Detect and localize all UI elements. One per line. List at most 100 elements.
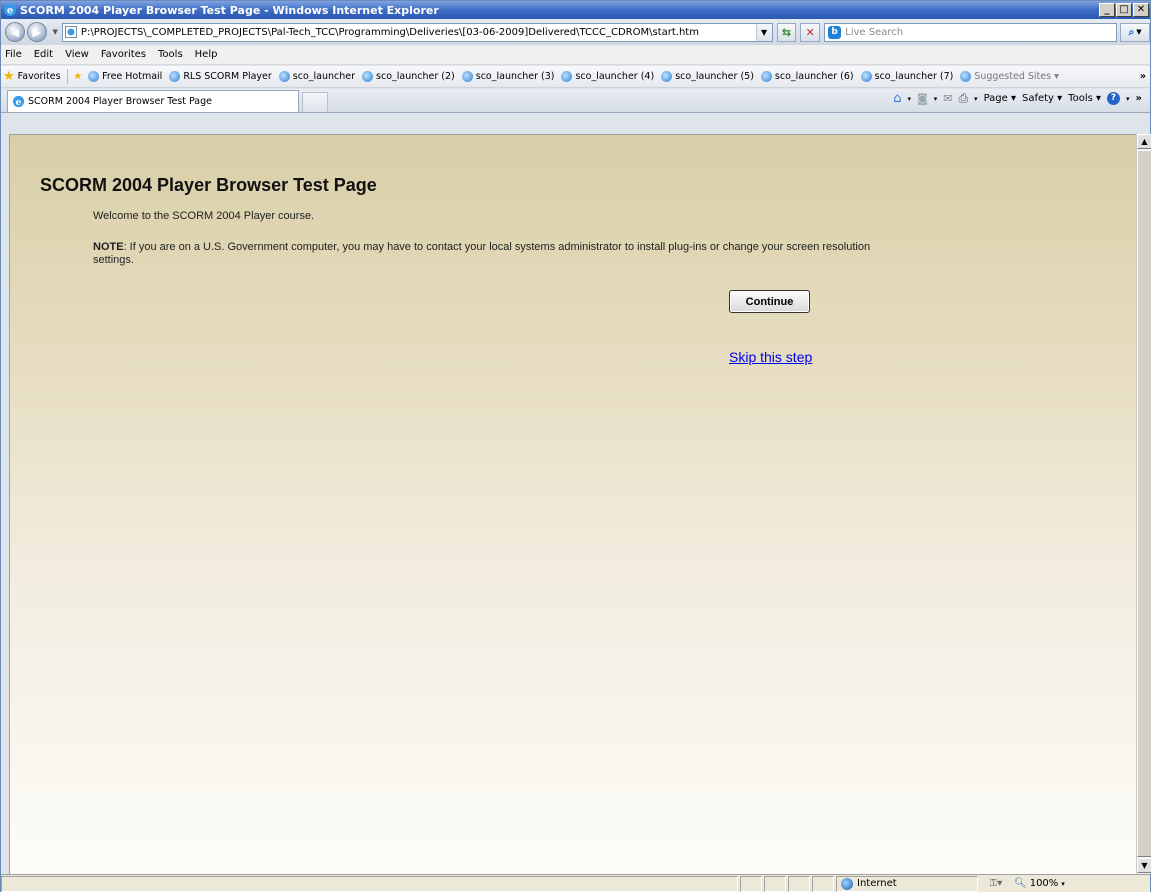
ie-page-icon bbox=[860, 71, 872, 82]
zoom-control[interactable]: 🔍︎ 100% ▾ bbox=[1014, 878, 1065, 889]
favorite-link[interactable]: sco_launcher (3) bbox=[461, 71, 554, 82]
ie-page-icon bbox=[561, 71, 573, 82]
vertical-scrollbar[interactable]: ▲ ▼ bbox=[1136, 134, 1151, 874]
help-icon[interactable]: ? bbox=[1107, 92, 1121, 105]
welcome-text: Welcome to the SCORM 2004 Player course. bbox=[93, 210, 315, 222]
globe-icon bbox=[841, 877, 853, 890]
address-dropdown-icon[interactable]: ▼ bbox=[755, 23, 772, 41]
tab-bar: e SCORM 2004 Player Browser Test Page ⌂ ▾… bbox=[1, 89, 1150, 113]
favorite-link[interactable]: sco_launcher (2) bbox=[362, 71, 455, 82]
scroll-down-button[interactable]: ▼ bbox=[1137, 858, 1151, 873]
search-button[interactable]: ⌕ ▼ bbox=[1120, 22, 1150, 42]
favorite-link[interactable]: sco_launcher bbox=[278, 71, 355, 82]
favorite-link[interactable]: sco_launcher (6) bbox=[760, 71, 854, 82]
ie-logo-icon: e bbox=[4, 4, 16, 17]
status-cell bbox=[764, 875, 786, 892]
menu-file[interactable]: File bbox=[5, 49, 22, 60]
maximize-button[interactable]: □ bbox=[1116, 3, 1132, 17]
commands-overflow-button[interactable]: » bbox=[1136, 93, 1142, 104]
zone-label: Internet bbox=[857, 878, 897, 889]
window-title: SCORM 2004 Player Browser Test Page - Wi… bbox=[20, 3, 439, 17]
ie-page-icon bbox=[169, 71, 181, 82]
help-dropdown-icon[interactable]: ▾ bbox=[1126, 95, 1130, 103]
favorites-bar: ★ Favorites ★ Free Hotmail RLS SCORM Pla… bbox=[1, 66, 1150, 88]
tab-active[interactable]: e SCORM 2004 Player Browser Test Page bbox=[7, 90, 299, 112]
favorites-button[interactable]: Favorites bbox=[18, 71, 61, 82]
menu-favorites[interactable]: Favorites bbox=[101, 49, 146, 60]
favorite-link[interactable]: RLS SCORM Player bbox=[169, 71, 272, 82]
tools-menu-button[interactable]: Tools ▾ bbox=[1068, 93, 1101, 104]
zoom-level: 100% bbox=[1029, 878, 1059, 889]
protected-mode-icon[interactable]: ⚿▾ bbox=[982, 876, 1010, 892]
favorites-star-icon: ★ bbox=[3, 69, 15, 84]
favorite-link[interactable]: sco_launcher (5) bbox=[661, 71, 754, 82]
close-button[interactable]: ✕ bbox=[1133, 3, 1149, 17]
menu-help[interactable]: Help bbox=[195, 49, 218, 60]
page-content: SCORM 2004 Player Browser Test Page Welc… bbox=[9, 134, 1136, 874]
home-icon[interactable]: ⌂ bbox=[893, 91, 901, 106]
title-bar: e SCORM 2004 Player Browser Test Page - … bbox=[1, 1, 1150, 19]
note-label: NOTE bbox=[93, 241, 124, 253]
address-bar: ◀ ▶ ▼ P:\PROJECTS\_COMPLETED_PROJECTS\Pa… bbox=[1, 19, 1150, 45]
page-title: SCORM 2004 Player Browser Test Page bbox=[40, 175, 377, 195]
safety-menu-button[interactable]: Safety ▾ bbox=[1022, 93, 1062, 104]
ie-page-icon bbox=[461, 71, 473, 82]
command-bar: ⌂ ▾ ◙ ▾ ✉ ⎙ ▾ Page ▾ Safety ▾ Tools ▾ ? ▾ » bbox=[893, 91, 1142, 106]
new-tab-button[interactable] bbox=[302, 92, 328, 112]
home-dropdown-icon[interactable]: ▾ bbox=[908, 95, 912, 103]
add-to-favorites-icon[interactable]: ★ bbox=[74, 71, 83, 82]
status-text-area bbox=[1, 875, 738, 892]
refresh-button[interactable]: ⇆ bbox=[776, 22, 797, 42]
status-bar: Internet ⚿▾ 🔍︎ 100% ▾ bbox=[1, 874, 1150, 892]
print-dropdown-icon[interactable]: ▾ bbox=[974, 95, 978, 103]
favorite-link[interactable]: sco_launcher (7) bbox=[860, 71, 953, 82]
print-icon[interactable]: ⎙ bbox=[958, 91, 968, 106]
page-icon bbox=[64, 26, 77, 38]
skip-step-link[interactable]: Skip this step bbox=[729, 349, 812, 365]
back-button[interactable]: ◀ bbox=[5, 22, 25, 42]
zoom-dropdown-icon[interactable]: ▾ bbox=[1061, 880, 1065, 888]
ie-page-icon bbox=[362, 71, 374, 82]
ie-tab-icon: e bbox=[12, 95, 25, 108]
url-text: P:\PROJECTS\_COMPLETED_PROJECTS\Pal-Tech… bbox=[80, 26, 699, 38]
ie-page-icon bbox=[760, 71, 772, 82]
note-body: : If you are on a U.S. Government comput… bbox=[93, 241, 871, 266]
scrollbar-thumb[interactable] bbox=[1137, 150, 1151, 857]
history-dropdown-icon[interactable]: ▼ bbox=[53, 28, 58, 36]
forward-button[interactable]: ▶ bbox=[26, 22, 47, 42]
search-options-icon[interactable]: ▼ bbox=[1136, 28, 1141, 36]
ie-page-icon bbox=[960, 71, 972, 82]
suggested-sites-button[interactable]: Suggested Sites ▾ bbox=[960, 71, 1059, 82]
menu-tools[interactable]: Tools bbox=[158, 49, 183, 60]
ie-page-icon bbox=[278, 71, 290, 82]
note-text: NOTE: If you are on a U.S. Government co… bbox=[93, 241, 883, 267]
security-zone[interactable]: Internet bbox=[836, 875, 978, 892]
mail-icon[interactable]: ✉ bbox=[943, 92, 952, 105]
scroll-up-button[interactable]: ▲ bbox=[1137, 134, 1151, 149]
page-menu-button[interactable]: Page ▾ bbox=[984, 93, 1016, 104]
favorites-overflow-button[interactable]: » bbox=[1140, 71, 1146, 82]
favorite-link[interactable]: sco_launcher (4) bbox=[561, 71, 654, 82]
magnifier-icon: ⌕ bbox=[1128, 26, 1135, 38]
zoom-icon: 🔍︎ bbox=[1014, 878, 1027, 889]
favorites-separator bbox=[66, 69, 68, 84]
ie-page-icon bbox=[88, 71, 100, 82]
feeds-dropdown-icon[interactable]: ▾ bbox=[934, 95, 938, 103]
menu-edit[interactable]: Edit bbox=[34, 49, 53, 60]
address-field[interactable]: P:\PROJECTS\_COMPLETED_PROJECTS\Pal-Tech… bbox=[61, 22, 773, 42]
stop-button[interactable]: ✕ bbox=[800, 22, 821, 42]
feeds-icon[interactable]: ◙ bbox=[917, 92, 928, 105]
minimize-button[interactable]: _ bbox=[1099, 3, 1115, 17]
svg-text:e: e bbox=[16, 97, 22, 108]
status-cell bbox=[740, 875, 762, 892]
favorite-link[interactable]: Free Hotmail bbox=[88, 71, 162, 82]
continue-button[interactable]: Continue bbox=[729, 290, 810, 313]
status-cell bbox=[788, 875, 810, 892]
menu-view[interactable]: View bbox=[65, 49, 89, 60]
browser-window: e SCORM 2004 Player Browser Test Page - … bbox=[0, 0, 1151, 892]
status-cell bbox=[812, 875, 834, 892]
search-placeholder: Live Search bbox=[845, 26, 904, 38]
search-input[interactable]: b Live Search bbox=[824, 22, 1118, 42]
live-search-icon: b bbox=[828, 25, 842, 39]
ie-page-icon bbox=[661, 71, 673, 82]
